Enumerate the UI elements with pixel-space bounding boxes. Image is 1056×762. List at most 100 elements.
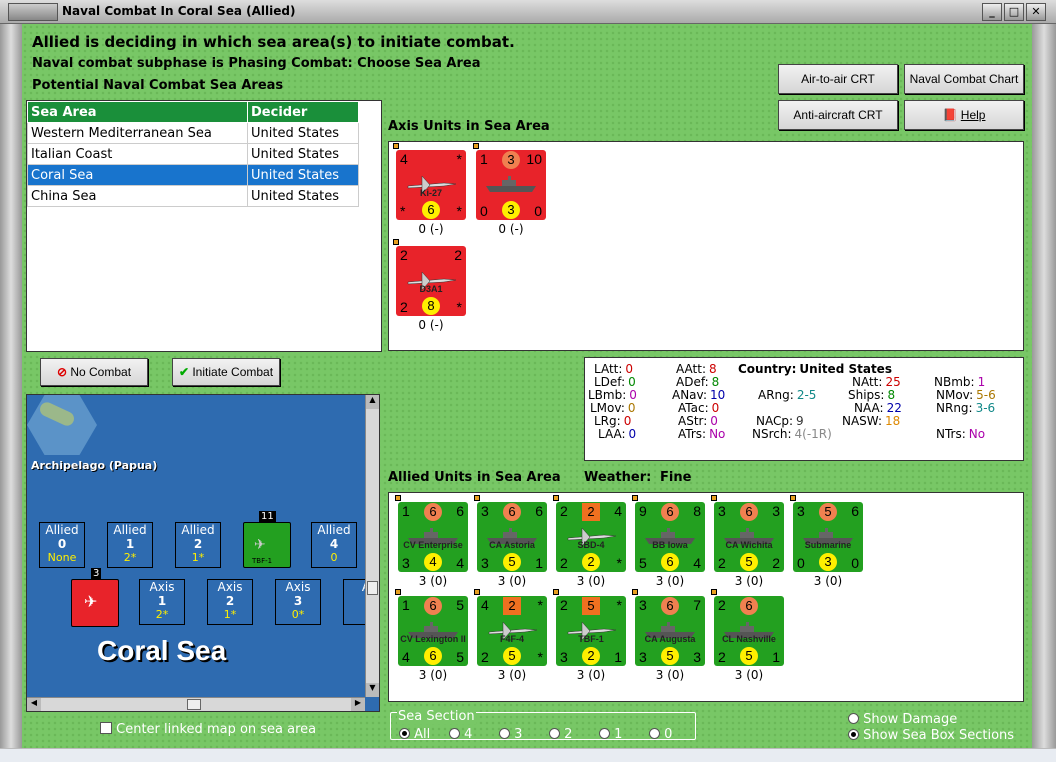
radio-3[interactable]: 3 <box>499 727 522 742</box>
radio-dot[interactable] <box>848 713 859 724</box>
radio-1[interactable]: 1 <box>599 727 622 742</box>
sea-map[interactable]: Archipelago (Papua) Coral Sea Allied 0 Non… <box>26 394 380 712</box>
scroll-thumb-v[interactable] <box>367 581 378 595</box>
unit-tr: 2 <box>454 247 462 263</box>
table-row[interactable]: Italian Coast United States <box>27 143 359 165</box>
unit-counter[interactable]: 2 6 CL Nashville 2 5 1 <box>711 589 784 666</box>
unit-tm: 5 <box>819 503 837 521</box>
table-row[interactable]: China Sea United States <box>27 185 359 207</box>
radio-dot[interactable] <box>399 728 410 739</box>
initiate-combat-button[interactable]: ✔ Initiate Combat <box>172 358 280 386</box>
naval-combat-chart-button[interactable]: Naval Combat Chart <box>904 64 1024 94</box>
unit-name: BB Iowa <box>652 540 688 550</box>
unit-tr: * <box>537 597 543 613</box>
unit-counter[interactable]: 4 2 * F4F-4 2 5 * <box>474 589 547 666</box>
unit-counter[interactable]: 3 6 3 CA Wichita 2 5 2 <box>711 495 784 572</box>
allied-box-4[interactable]: Allied 4 0 <box>311 522 357 568</box>
unit-marker <box>474 589 480 595</box>
weather-label: Weather: <box>584 470 652 485</box>
air-to-air-crt-button[interactable]: Air-to-air CRT <box>778 64 898 94</box>
window-title: Naval Combat In Coral Sea (Allied) <box>62 4 296 18</box>
unit-silhouette-icon <box>484 172 538 196</box>
radio-dot[interactable] <box>549 728 560 739</box>
radio-2[interactable]: 2 <box>549 727 572 742</box>
scroll-right-icon[interactable]: ▶ <box>351 698 365 711</box>
unit-br: 5 <box>456 649 464 665</box>
map-axis-stack[interactable]: ✈ <box>71 579 119 627</box>
stat-value: 0 <box>629 388 637 402</box>
unit-marker <box>473 143 479 149</box>
radio-all[interactable]: All <box>399 727 430 742</box>
allied-box-1[interactable]: Allied 1 2* <box>107 522 153 568</box>
stat-label: AStr: <box>678 414 708 428</box>
stat-label: NMov: <box>936 388 974 402</box>
help-button[interactable]: 📕 Help <box>904 100 1024 130</box>
radio-4[interactable]: 4 <box>449 727 472 742</box>
unit-status: 3 (0) <box>734 668 764 682</box>
radio-dot[interactable] <box>499 728 510 739</box>
unit-counter[interactable]: 3 6 6 CA Astoria 3 5 1 <box>474 495 547 572</box>
unit-counter[interactable]: 4 * Ki-27 * 6 * <box>393 143 466 220</box>
unit-tm: 6 <box>503 503 521 521</box>
unit-name: CV Enterprise <box>403 540 463 550</box>
unit-br: 1 <box>535 555 543 571</box>
stat-value: 3-6 <box>975 401 996 415</box>
close-icon[interactable]: ✕ <box>1026 3 1046 21</box>
checkbox-box[interactable] <box>100 722 112 734</box>
box-status: 0 <box>330 551 338 564</box>
scroll-up-icon[interactable]: ▲ <box>366 395 379 409</box>
scroll-thumb-h[interactable] <box>187 699 201 710</box>
unit-counter[interactable]: 1 3 10 0 3 0 <box>473 143 546 220</box>
unit-tr: 6 <box>535 503 543 519</box>
unit-tl: 4 <box>481 597 489 613</box>
maximize-icon[interactable]: □ <box>1004 3 1024 21</box>
table-row-selected[interactable]: Coral Sea United States <box>27 164 359 186</box>
axis-box-3[interactable]: Axis 3 0* <box>275 579 321 625</box>
unit-tr: 7 <box>693 597 701 613</box>
allied-box-0[interactable]: Allied 0 None <box>39 522 85 568</box>
show-sections-option[interactable]: Show Sea Box Sections <box>848 728 1014 743</box>
show-damage-option[interactable]: Show Damage <box>848 712 957 727</box>
unit-marker <box>474 495 480 501</box>
unit-counter[interactable]: 2 5 * TBF-1 3 2 1 <box>553 589 626 666</box>
no-combat-button[interactable]: ⊘ No Combat <box>40 358 148 386</box>
unit-counter[interactable]: 1 6 5 CV Lexington II 4 6 5 <box>395 589 468 666</box>
vertical-scrollbar[interactable]: ▲ ▼ <box>365 395 379 697</box>
stat-label: LRg: <box>594 414 621 428</box>
unit-marker <box>711 589 717 595</box>
horizontal-scrollbar[interactable]: ◀ ▶ <box>27 697 365 711</box>
map-allied-stack[interactable]: ✈ TBF-1 <box>243 522 291 568</box>
stat-nrng: NRng: 3-6 <box>936 401 995 415</box>
radio-dot[interactable] <box>449 728 460 739</box>
scroll-down-icon[interactable]: ▼ <box>366 683 379 697</box>
axis-box-2[interactable]: Axis 2 1* <box>207 579 253 625</box>
center-map-checkbox[interactable]: Center linked map on sea area <box>100 722 316 737</box>
anti-aircraft-crt-button[interactable]: Anti-aircraft CRT <box>778 100 898 130</box>
radio-0[interactable]: 0 <box>649 727 672 742</box>
stat-value: 8 <box>709 362 717 376</box>
radio-label: 0 <box>664 727 673 742</box>
unit-center: 6 <box>422 201 440 219</box>
unit-counter[interactable]: 3 6 7 CA Augusta 3 5 3 <box>632 589 705 666</box>
allied-box-2[interactable]: Allied 2 1* <box>175 522 221 568</box>
unit-tr: 8 <box>693 503 701 519</box>
stat-label: Country: <box>738 362 797 376</box>
unit-counter[interactable]: 1 6 6 CV Enterprise 3 4 4 <box>395 495 468 572</box>
unit-tl: 2 <box>718 597 726 613</box>
radio-dot[interactable] <box>649 728 660 739</box>
radio-dot[interactable] <box>848 729 859 740</box>
unit-tl: 2 <box>560 503 568 519</box>
radio-dot[interactable] <box>599 728 610 739</box>
axis-box-1[interactable]: Axis 1 2* <box>139 579 185 625</box>
sea-section-title: Sea Section <box>397 709 476 724</box>
unit-counter[interactable]: 3 5 6 Submarine 0 3 0 <box>790 495 863 572</box>
unit-marker <box>632 495 638 501</box>
scroll-left-icon[interactable]: ◀ <box>27 698 41 711</box>
unit-br: 2 <box>772 555 780 571</box>
unit-counter[interactable]: 2 2 4 SBD-4 2 2 * <box>553 495 626 572</box>
unit-counter[interactable]: 9 6 8 BB Iowa 5 6 4 <box>632 495 705 572</box>
minimize-icon[interactable]: _ <box>982 3 1002 21</box>
stat-value: 2-5 <box>796 388 817 402</box>
table-row[interactable]: Western Mediterranean Sea United States <box>27 122 359 144</box>
unit-counter[interactable]: 2 2 D3A1 2 8 * <box>393 239 466 316</box>
